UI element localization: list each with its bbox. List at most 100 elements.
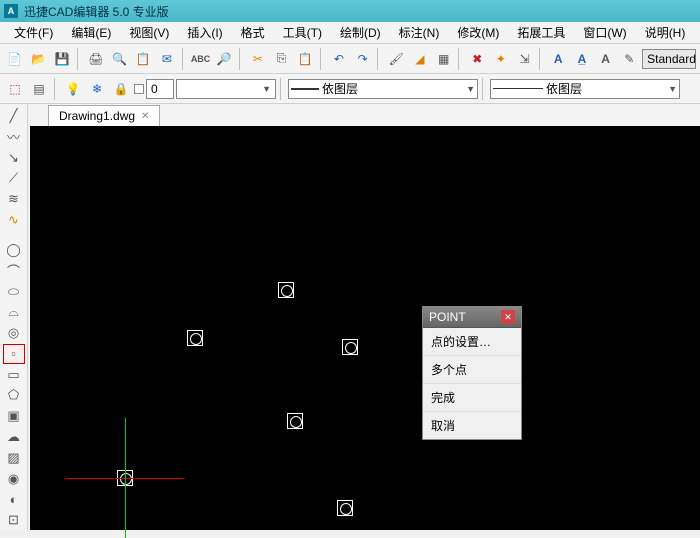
region-icon[interactable]: ◉ [3, 469, 25, 489]
save-icon[interactable]: 💾 [51, 48, 73, 70]
menu-window[interactable]: 窗口(W) [575, 22, 634, 43]
open-icon[interactable]: 📂 [28, 48, 50, 70]
context-title-text: POINT [429, 310, 466, 324]
lock-icon[interactable]: 🔒 [110, 78, 132, 100]
style-combo[interactable]: Standard [642, 49, 696, 69]
menu-insert[interactable]: 插入(I) [179, 22, 230, 43]
toolbar-layers: ⬚ ▤ 💡 ❄ 🔒 ▼ 依图层 ▼ 依图层 ▼ [0, 74, 700, 104]
layer-manager-icon[interactable]: ⬚ [4, 78, 26, 100]
layer-props-icon[interactable]: ▤ [28, 78, 50, 100]
drawing-area: Drawing1.dwg ✕ POINT ✕ 点的设置… 多个点 完成 取消 [28, 104, 700, 530]
paste-icon[interactable]: 📋 [294, 48, 316, 70]
send-icon[interactable]: ✉ [156, 48, 178, 70]
menu-draw[interactable]: 绘制(D) [332, 22, 389, 43]
color-swatch[interactable] [134, 84, 144, 94]
document-icon[interactable]: 📋 [132, 48, 154, 70]
revision-cloud-icon[interactable]: ☁ [3, 427, 25, 447]
chevron-down-icon: ▼ [466, 84, 475, 94]
chevron-down-icon: ▼ [262, 84, 271, 94]
cad-point[interactable] [287, 413, 303, 429]
tab-drawing1[interactable]: Drawing1.dwg ✕ [48, 105, 160, 126]
wipeout-icon[interactable]: ◐ [3, 489, 25, 509]
rectangle-icon[interactable]: ▭ [3, 365, 25, 385]
separator [458, 48, 462, 70]
app-icon: A [4, 4, 18, 18]
lineweight-combo[interactable]: 依图层 ▼ [490, 79, 680, 99]
menubar: 文件(F) 编辑(E) 视图(V) 插入(I) 格式 工具(T) 绘制(D) 标… [0, 22, 700, 44]
style-label: Standard [647, 52, 696, 66]
arc-icon[interactable]: ⌒ [3, 261, 25, 281]
copy-icon[interactable]: ⎘ [271, 48, 293, 70]
paint-icon[interactable]: 🖌 [385, 48, 407, 70]
menu-format[interactable]: 格式 [233, 22, 273, 43]
ellipse-icon[interactable]: ⬭ [3, 282, 25, 302]
eraser-icon[interactable]: ◢ [409, 48, 431, 70]
close-icon[interactable]: ✕ [501, 310, 515, 324]
context-titlebar[interactable]: POINT ✕ [423, 307, 521, 328]
text-a3-icon[interactable]: A [595, 48, 617, 70]
cad-point[interactable] [337, 500, 353, 516]
point-context-menu: POINT ✕ 点的设置… 多个点 完成 取消 [422, 306, 522, 440]
menu-edit[interactable]: 编辑(E) [63, 22, 119, 43]
redo-icon[interactable]: ↷ [352, 48, 374, 70]
text-edit-icon[interactable]: ✎ [618, 48, 640, 70]
context-item-settings[interactable]: 点的设置… [423, 328, 521, 356]
polygon-icon[interactable]: ⬠ [3, 386, 25, 406]
polyline-icon[interactable]: 〰 [3, 127, 25, 147]
find-icon[interactable]: 🔎 [213, 48, 235, 70]
text-a1-icon[interactable]: A [547, 48, 569, 70]
menu-extend[interactable]: 拓展工具 [509, 22, 573, 43]
context-item-cancel[interactable]: 取消 [423, 412, 521, 439]
donut-icon[interactable]: ◎ [3, 323, 25, 343]
title-text: 迅捷CAD编辑器 5.0 专业版 [24, 3, 169, 20]
boundary-icon[interactable]: ▣ [3, 406, 25, 426]
context-item-multiple[interactable]: 多个点 [423, 356, 521, 384]
cad-point[interactable] [342, 339, 358, 355]
star-icon[interactable]: ✦ [490, 48, 512, 70]
circle-icon[interactable]: ◯ [3, 240, 25, 260]
menu-file[interactable]: 文件(F) [6, 22, 61, 43]
multiline-icon[interactable]: ≋ [3, 189, 25, 209]
canvas[interactable]: POINT ✕ 点的设置… 多个点 完成 取消 [30, 126, 700, 530]
close-icon[interactable]: ✕ [141, 111, 149, 122]
menu-help[interactable]: 说明(H) [637, 22, 694, 43]
grid-icon[interactable]: ▦ [433, 48, 455, 70]
text-a2-icon[interactable]: A̲ [571, 48, 593, 70]
linetype-combo[interactable]: 依图层 ▼ [288, 79, 478, 99]
print-icon[interactable]: 🖨 [85, 48, 107, 70]
extract-icon[interactable]: ⇲ [514, 48, 536, 70]
layer-name-combo[interactable]: ▼ [176, 79, 276, 99]
point-icon[interactable]: ▫ [3, 344, 25, 364]
bulb-icon[interactable]: 💡 [62, 78, 84, 100]
new-icon[interactable]: 📄 [4, 48, 26, 70]
cad-point[interactable] [187, 330, 203, 346]
hatch-icon[interactable]: ▨ [3, 448, 25, 468]
workspace: ╱ 〰 ↘ ⟋ ≋ ∿ ◯ ⌒ ⬭ ⌓ ◎ ▫ ▭ ⬠ ▣ ☁ ▨ ◉ ◐ ⊡ … [0, 104, 700, 530]
menu-tools[interactable]: 工具(T) [275, 22, 330, 43]
menu-modify[interactable]: 修改(M) [449, 22, 507, 43]
cad-point[interactable] [278, 282, 294, 298]
ray-icon[interactable]: ↘ [3, 148, 25, 168]
tab-strip: Drawing1.dwg ✕ [28, 104, 700, 126]
cut-icon[interactable]: ✂ [247, 48, 269, 70]
spline-icon[interactable]: ∿ [3, 210, 25, 230]
xline-icon[interactable]: ⟋ [3, 169, 25, 189]
mask-icon[interactable]: ⊡ [3, 510, 25, 530]
separator [377, 48, 381, 70]
lineweight-preview-icon [493, 88, 543, 89]
line-icon[interactable]: ╱ [3, 106, 25, 126]
linetype-text: 依图层 [322, 80, 358, 97]
draw-toolbar: ╱ 〰 ↘ ⟋ ≋ ∿ ◯ ⌒ ⬭ ⌓ ◎ ▫ ▭ ⬠ ▣ ☁ ▨ ◉ ◐ ⊡ [0, 104, 28, 530]
freeze-icon[interactable]: ❄ [86, 78, 108, 100]
lineweight-text: 依图层 [546, 80, 582, 97]
layer-number-input[interactable] [146, 79, 174, 99]
undo-icon[interactable]: ↶ [328, 48, 350, 70]
cancel-icon[interactable]: ✖ [466, 48, 488, 70]
ellipse-arc-icon[interactable]: ⌓ [3, 302, 25, 322]
context-item-done[interactable]: 完成 [423, 384, 521, 412]
preview-icon[interactable]: 🔍 [109, 48, 131, 70]
separator [182, 48, 186, 70]
spellcheck-icon[interactable]: ABC [190, 48, 212, 70]
menu-view[interactable]: 视图(V) [121, 22, 177, 43]
menu-dimension[interactable]: 标注(N) [391, 22, 448, 43]
